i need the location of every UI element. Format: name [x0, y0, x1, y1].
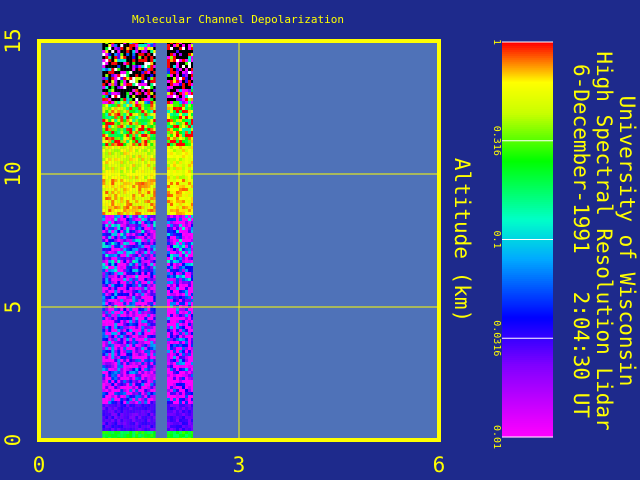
depolarization-chart: Molecular Channel Depolarization 051015 … [0, 0, 640, 480]
y-tick-label: 15 [1, 28, 25, 53]
x-tick-label: 0 [33, 453, 46, 477]
y-tick-label: 5 [1, 301, 25, 314]
colorbar-tick-label: 0.01 [491, 425, 502, 449]
data-segment-1 [102, 41, 156, 440]
colorbar-tick-label: 0.0316 [491, 320, 502, 356]
chart-title: Molecular Channel Depolarization [132, 13, 344, 26]
lidar-depolarization-display: Molecular Channel Depolarization 0 5 10 15 … [0, 0, 640, 480]
credit-instrument: High Spectral Resolution Lidar [592, 51, 616, 430]
x-tick-label: 6 [433, 453, 446, 477]
y-axis-label: Altitude (km) [450, 158, 474, 322]
colorbar-tick-label: 0.1 [491, 230, 502, 248]
heatmap-layer [102, 41, 193, 440]
y-tick-label: 0 [1, 434, 25, 447]
credit-institution: University of Wisconsin [615, 96, 639, 387]
y-tick-label: 10 [1, 161, 25, 186]
credit-datetime: 6-December-1991 2:04:30 UT [569, 64, 593, 418]
colorbar-tick-label: 0.316 [491, 126, 502, 156]
data-segment-2 [167, 41, 193, 440]
colorbar-tick-label: 1 [491, 39, 502, 45]
x-tick-label: 3 [233, 453, 246, 477]
